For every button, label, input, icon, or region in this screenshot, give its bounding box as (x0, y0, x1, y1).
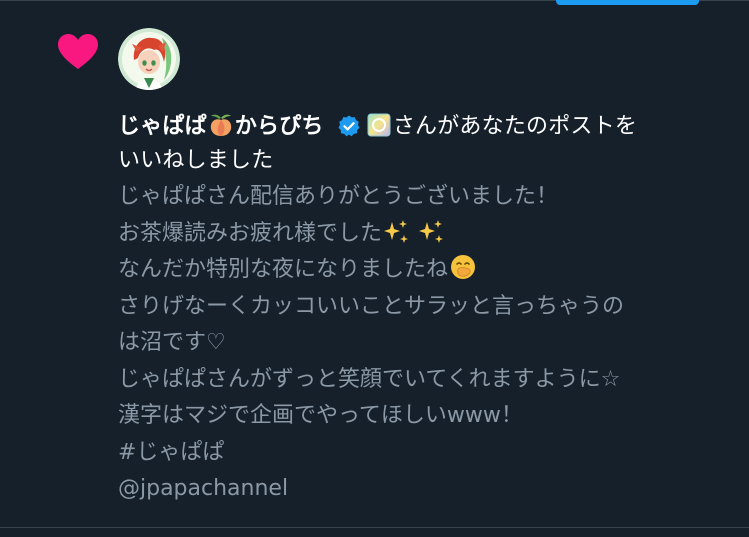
hand-over-mouth-emoji (451, 255, 476, 279)
action-text: さんがあなたのポストを (392, 114, 638, 139)
bottom-divider (0, 527, 749, 528)
post-line: は沼です♡ (118, 330, 226, 355)
hashtag-link[interactable]: #じゃぱぱ (118, 435, 743, 472)
post-line: お茶爆読みお疲れ様でした (118, 216, 743, 253)
user-name-link[interactable]: じゃぱぱ からぴち (118, 114, 324, 139)
gradient-badge-emoji (367, 113, 391, 137)
post-line-text: なんだか特別な夜になりましたね (118, 257, 449, 282)
heart-icon (58, 34, 98, 69)
peach-emoji (210, 114, 231, 136)
user-name-part1: じゃぱぱ (118, 114, 207, 139)
verified-badge-icon (338, 115, 360, 137)
notification-item[interactable]: じゃぱぱ からぴち さんがあなたのポストを いいねしました じゃぱぱさん配信あり… (0, 0, 749, 537)
user-name-part2: からぴち (234, 114, 324, 139)
action-text-2: いいねしました (118, 148, 274, 173)
post-line: さりげなーくカッコいいことサラッと言っちゃうの (118, 293, 625, 319)
post-line: なんだか特別な夜になりましたね (118, 252, 743, 289)
sparkles-emoji (419, 219, 444, 243)
post-line: 漢字はマジで企画でやってほしいwww！ (118, 403, 523, 428)
mention-link[interactable]: @jpapachannel (118, 471, 743, 508)
post-text[interactable]: じゃぱぱさん配信ありがとうございました！ お茶爆読みお疲れ様でした なんだか特別… (118, 179, 743, 508)
active-tab-indicator (556, 0, 699, 5)
sparkles-emoji (384, 219, 409, 243)
notification-headline: じゃぱぱ からぴち さんがあなたのポストを いいねしました (118, 110, 743, 178)
notification-content: じゃぱぱ からぴち さんがあなたのポストを いいねしました じゃぱぱさん配信あり… (118, 110, 743, 508)
post-line: じゃぱぱさんがずっと笑顔でいてくれますように☆ (118, 366, 621, 392)
post-line: じゃぱぱさん配信ありがとうございました！ (118, 184, 559, 209)
avatar[interactable] (118, 28, 180, 90)
post-line-text: お茶爆読みお疲れ様でした (118, 220, 383, 246)
